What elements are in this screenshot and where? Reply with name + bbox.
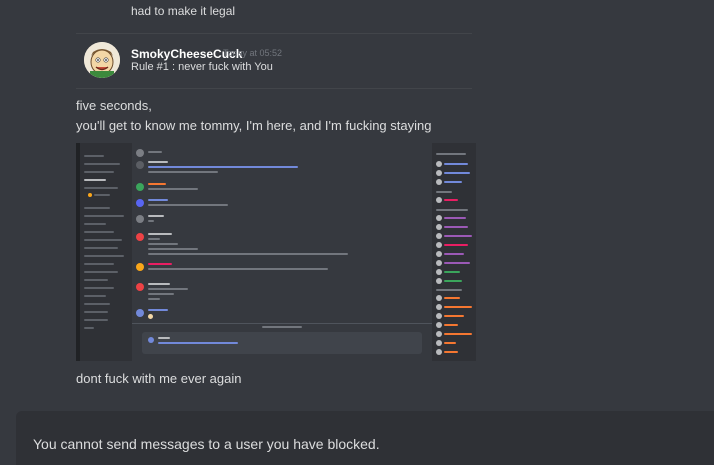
message-divider xyxy=(76,33,472,34)
avatar-face-icon xyxy=(84,42,120,78)
previous-message-text: had to make it legal xyxy=(131,4,236,18)
message-text: five seconds, xyxy=(76,98,152,113)
message-text: you'll get to know me tommy, I'm here, a… xyxy=(76,118,432,133)
message-timestamp: Today at 05:52 xyxy=(223,48,283,58)
message-text: dont fuck with me ever again xyxy=(76,371,242,386)
message-text: Rule #1 : never fuck with You xyxy=(131,61,273,73)
embedded-screenshot-image[interactable] xyxy=(76,143,476,361)
blocked-notice-text: You cannot send messages to a user you h… xyxy=(33,436,380,452)
user-avatar[interactable] xyxy=(84,42,120,78)
message-divider xyxy=(76,88,472,89)
